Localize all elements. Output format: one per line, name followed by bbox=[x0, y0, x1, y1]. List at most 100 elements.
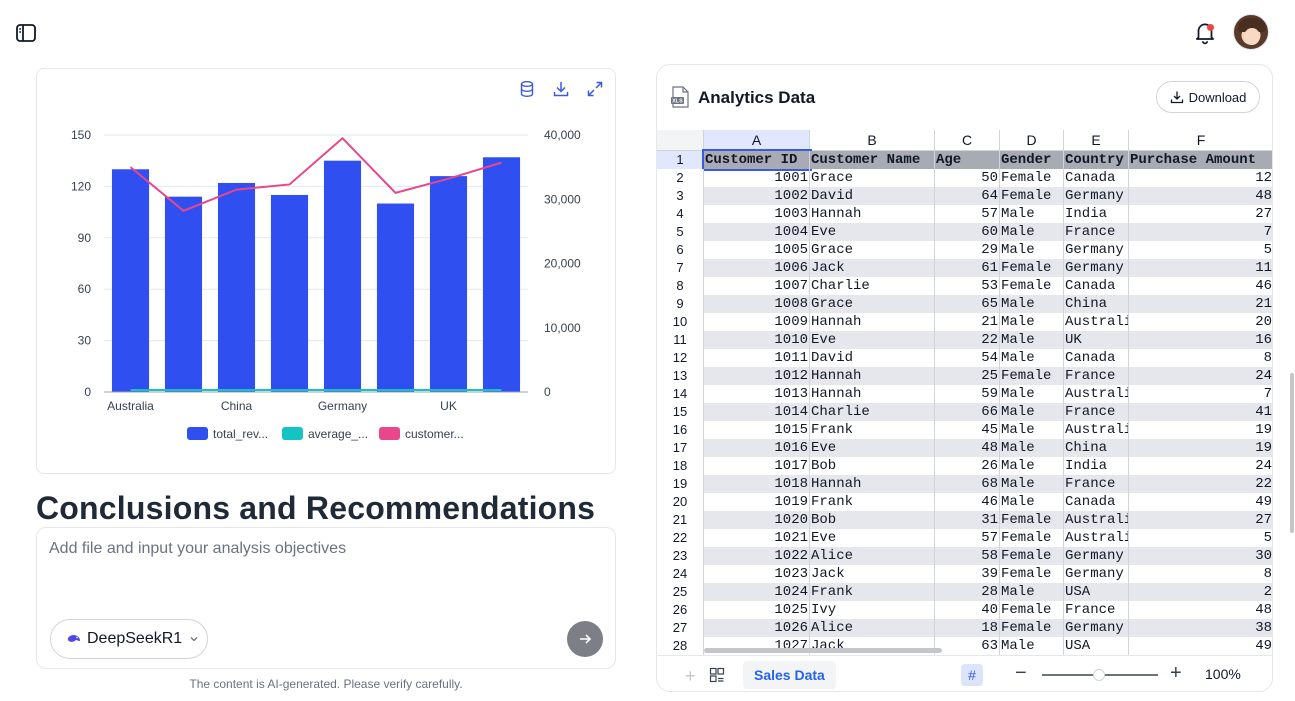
table-cell[interactable]: France bbox=[1064, 601, 1129, 619]
table-cell[interactable]: Hannah bbox=[810, 385, 935, 403]
table-cell[interactable]: 2 bbox=[1129, 583, 1272, 601]
spreadsheet-grid[interactable]: A B C D E F 1 Customer ID Customer Name Age Gender… bbox=[657, 130, 1272, 655]
download-button[interactable]: Download bbox=[1156, 81, 1260, 113]
row-number[interactable]: 23 bbox=[657, 547, 704, 565]
row-number[interactable]: 16 bbox=[657, 421, 704, 439]
table-cell[interactable]: 5 bbox=[1129, 241, 1272, 259]
table-cell[interactable]: 53 bbox=[935, 277, 1000, 295]
row-number[interactable]: 17 bbox=[657, 439, 704, 457]
table-cell[interactable]: 46 bbox=[935, 493, 1000, 511]
table-cell[interactable]: Male bbox=[1000, 583, 1064, 601]
table-cell[interactable]: 12 bbox=[1129, 169, 1272, 187]
table-cell[interactable]: Frank bbox=[810, 493, 935, 511]
table-cell[interactable]: Grace bbox=[810, 295, 935, 313]
sheet-list-icon[interactable] bbox=[709, 667, 725, 683]
row-number[interactable]: 22 bbox=[657, 529, 704, 547]
row-number[interactable]: 4 bbox=[657, 205, 704, 223]
table-cell[interactable]: 1013 bbox=[704, 385, 810, 403]
table-cell[interactable]: 50 bbox=[935, 169, 1000, 187]
table-cell[interactable]: Eve bbox=[810, 529, 935, 547]
row-number[interactable]: 6 bbox=[657, 241, 704, 259]
table-cell[interactable]: Hannah bbox=[810, 475, 935, 493]
table-cell[interactable]: Male bbox=[1000, 205, 1064, 223]
table-cell[interactable]: 1016 bbox=[704, 439, 810, 457]
table-cell[interactable]: 59 bbox=[935, 385, 1000, 403]
table-cell[interactable]: Male bbox=[1000, 223, 1064, 241]
table-cell[interactable]: Canada bbox=[1064, 277, 1129, 295]
horizontal-scrollbar[interactable] bbox=[704, 648, 942, 653]
table-cell[interactable]: 1017 bbox=[704, 457, 810, 475]
table-cell[interactable]: 58 bbox=[935, 547, 1000, 565]
table-cell[interactable]: 54 bbox=[935, 349, 1000, 367]
table-cell[interactable]: Female bbox=[1000, 367, 1064, 385]
table-cell[interactable]: 46 bbox=[1129, 277, 1272, 295]
header-cell[interactable]: Customer Name bbox=[810, 151, 935, 169]
table-cell[interactable]: Hannah bbox=[810, 367, 935, 385]
column-header-b[interactable]: B bbox=[810, 130, 935, 151]
table-cell[interactable]: 57 bbox=[935, 529, 1000, 547]
table-cell[interactable]: 60 bbox=[935, 223, 1000, 241]
table-cell[interactable]: Male bbox=[1000, 457, 1064, 475]
table-cell[interactable]: 66 bbox=[935, 403, 1000, 421]
table-cell[interactable]: 21 bbox=[1129, 295, 1272, 313]
table-cell[interactable]: 40 bbox=[935, 601, 1000, 619]
table-cell[interactable]: China bbox=[1064, 295, 1129, 313]
table-cell[interactable]: 25 bbox=[935, 367, 1000, 385]
table-cell[interactable]: 19 bbox=[1129, 439, 1272, 457]
row-number[interactable]: 8 bbox=[657, 277, 704, 295]
table-cell[interactable]: 1024 bbox=[704, 583, 810, 601]
row-number[interactable]: 7 bbox=[657, 259, 704, 277]
row-number[interactable]: 2 bbox=[657, 169, 704, 187]
analysis-objectives-input[interactable] bbox=[49, 540, 569, 610]
add-sheet-button[interactable]: + bbox=[685, 666, 696, 687]
table-cell[interactable]: Female bbox=[1000, 259, 1064, 277]
table-cell[interactable]: 31 bbox=[935, 511, 1000, 529]
table-cell[interactable]: Canada bbox=[1064, 493, 1129, 511]
table-cell[interactable]: Eve bbox=[810, 439, 935, 457]
table-cell[interactable]: 1014 bbox=[704, 403, 810, 421]
table-cell[interactable]: Australi bbox=[1064, 529, 1129, 547]
table-cell[interactable]: Bob bbox=[810, 457, 935, 475]
table-cell[interactable]: 49 bbox=[1129, 493, 1272, 511]
table-cell[interactable]: Female bbox=[1000, 511, 1064, 529]
table-cell[interactable]: 30 bbox=[1129, 547, 1272, 565]
row-number[interactable]: 13 bbox=[657, 367, 704, 385]
row-number[interactable]: 10 bbox=[657, 313, 704, 331]
table-cell[interactable]: 18 bbox=[935, 619, 1000, 637]
table-cell[interactable]: Australi bbox=[1064, 511, 1129, 529]
send-button[interactable] bbox=[567, 621, 603, 657]
row-number[interactable]: 11 bbox=[657, 331, 704, 349]
table-cell[interactable]: 65 bbox=[935, 295, 1000, 313]
table-cell[interactable]: 48 bbox=[1129, 601, 1272, 619]
table-cell[interactable]: 1015 bbox=[704, 421, 810, 439]
table-cell[interactable]: 7 bbox=[1129, 223, 1272, 241]
sidebar-toggle-icon[interactable] bbox=[14, 21, 38, 45]
table-cell[interactable]: India bbox=[1064, 205, 1129, 223]
table-cell[interactable]: France bbox=[1064, 223, 1129, 241]
zoom-in-button[interactable]: + bbox=[1170, 662, 1182, 685]
table-cell[interactable]: Female bbox=[1000, 169, 1064, 187]
page-scrollbar[interactable] bbox=[1290, 373, 1294, 533]
table-cell[interactable]: Australi bbox=[1064, 385, 1129, 403]
row-number[interactable]: 3 bbox=[657, 187, 704, 205]
table-cell[interactable]: France bbox=[1064, 367, 1129, 385]
table-cell[interactable]: Australi bbox=[1064, 313, 1129, 331]
table-cell[interactable]: Germany bbox=[1064, 187, 1129, 205]
table-cell[interactable]: 41 bbox=[1129, 403, 1272, 421]
row-number[interactable]: 24 bbox=[657, 565, 704, 583]
table-cell[interactable]: 22 bbox=[1129, 475, 1272, 493]
table-cell[interactable]: 19 bbox=[1129, 421, 1272, 439]
table-cell[interactable]: Frank bbox=[810, 583, 935, 601]
table-cell[interactable]: Male bbox=[1000, 475, 1064, 493]
zoom-out-button[interactable]: − bbox=[1015, 662, 1027, 685]
table-cell[interactable]: 1005 bbox=[704, 241, 810, 259]
column-header-c[interactable]: C bbox=[935, 130, 1000, 151]
header-cell[interactable]: Customer ID bbox=[702, 149, 812, 171]
row-number[interactable]: 25 bbox=[657, 583, 704, 601]
table-cell[interactable]: USA bbox=[1064, 637, 1129, 655]
row-number[interactable]: 1 bbox=[657, 151, 704, 169]
table-cell[interactable]: Male bbox=[1000, 421, 1064, 439]
table-cell[interactable]: 8 bbox=[1129, 565, 1272, 583]
table-cell[interactable]: 7 bbox=[1129, 385, 1272, 403]
table-cell[interactable]: 26 bbox=[935, 457, 1000, 475]
